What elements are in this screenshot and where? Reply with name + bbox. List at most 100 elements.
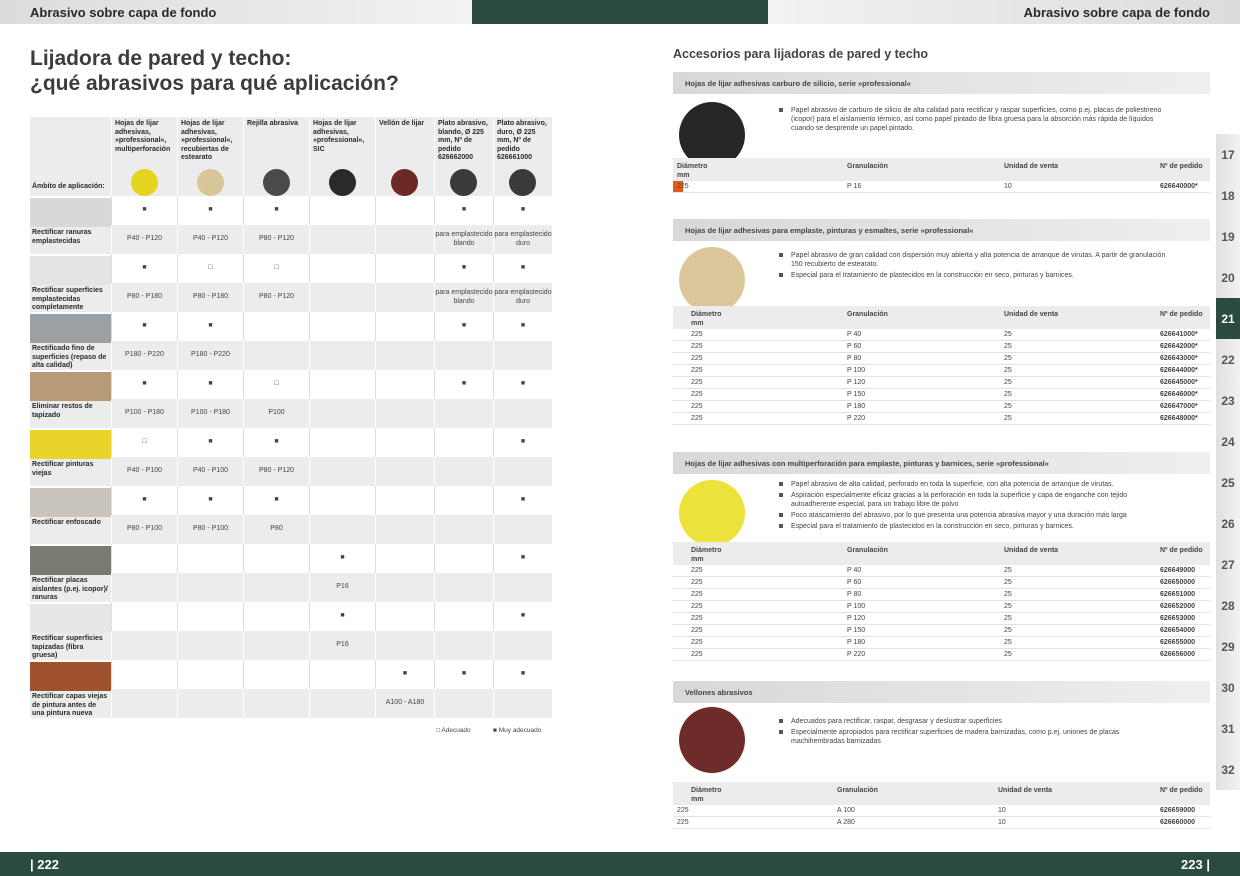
feature-bullet: Papel abrasivo de carburo de silicio de …: [779, 106, 1169, 133]
matrix-column-header: Plato abrasivo, blando, Ø 225 mm, Nº de …: [434, 117, 493, 196]
matrix-column-label: Vellón de lijar: [379, 120, 425, 127]
header-unit: Unidad de venta: [998, 787, 1053, 794]
suitability-mark: ■: [493, 370, 552, 399]
grit-range: [375, 341, 434, 370]
matrix-row: Rectificar superficies emplastecidas com…: [30, 254, 552, 312]
chapter-tab[interactable]: 21: [1216, 298, 1240, 339]
header-unit: Unidad de venta: [1004, 547, 1059, 554]
suitability-mark: [309, 370, 375, 399]
feature-bullet: Poco atascamiento del abrasivo, por lo q…: [779, 511, 1169, 520]
suitability-mark: ■: [177, 370, 243, 399]
grit-range: P80 - P120: [243, 225, 309, 254]
grit-range: P100 - P180: [177, 399, 243, 428]
grit-range: A100 - A180: [375, 689, 434, 718]
grit-range: P180 - P220: [177, 341, 243, 370]
table-cell: 225: [691, 379, 703, 386]
feature-bullet: Papel abrasivo de alta calidad, perforad…: [779, 480, 1169, 489]
table-header: Diámetro mm Granulación Unidad de venta Nº …: [673, 782, 1210, 805]
grit-range: [375, 225, 434, 254]
suitability-mark: ■: [434, 196, 493, 225]
table-cell: 225: [691, 591, 703, 598]
feature-list: Papel abrasivo de alta calidad, perforad…: [779, 480, 1169, 533]
chapter-tab[interactable]: 18: [1216, 175, 1240, 216]
grit-range: [243, 689, 309, 718]
table-cell: 225: [691, 415, 703, 422]
grit-range: [434, 457, 493, 486]
matrix-column-label: Hojas de lijar adhesivas, »professional«…: [181, 120, 233, 162]
header-gran: Granulación: [847, 311, 888, 318]
table-cell: P 16: [847, 183, 862, 190]
table-cell: 10: [1004, 183, 1012, 190]
application-photo: [30, 488, 111, 517]
suitability-mark: [177, 602, 243, 631]
product-section: Hojas de lijar adhesivas carburo de sili…: [673, 72, 1210, 193]
suitability-mark: ■: [177, 486, 243, 515]
matrix-column-header: Hojas de lijar adhesivas, »professional«…: [111, 117, 177, 196]
table-cell: 25: [1004, 355, 1012, 362]
table-row: 225 P 120 25 626645000*: [673, 377, 1210, 389]
matrix-row: Rectificar superficies tapizadas (fibra …: [30, 602, 552, 660]
table-cell: P 150: [847, 391, 866, 398]
grit-range: [375, 457, 434, 486]
table-cell: 626645000*: [1160, 379, 1198, 386]
row-label: Rectificar superficies emplastecidas com…: [32, 287, 103, 311]
chapter-tab[interactable]: 26: [1216, 503, 1240, 544]
table-cell: 626654000: [1160, 627, 1196, 634]
suitability-mark: [375, 196, 434, 225]
abrasive-disc-icon: [262, 169, 290, 196]
chapter-tab[interactable]: 27: [1216, 544, 1240, 585]
chapter-tab[interactable]: 23: [1216, 380, 1240, 421]
grit-range: [434, 689, 493, 718]
suitability-mark: [434, 486, 493, 515]
chapter-tab[interactable]: 24: [1216, 421, 1240, 462]
abrasive-disc-icon: [391, 169, 418, 196]
chapter-tab[interactable]: 31: [1216, 708, 1240, 749]
ambito-label: Ámbito de aplicación:: [32, 183, 105, 190]
product-table: Diámetro mm Granulación Unidad de venta Nº …: [673, 306, 1210, 425]
suitability-mark: ■: [493, 602, 552, 631]
grit-range: [309, 225, 375, 254]
suitability-mark: [375, 544, 434, 573]
chapter-tab[interactable]: 22: [1216, 339, 1240, 380]
chapter-tab[interactable]: 25: [1216, 462, 1240, 503]
matrix-column-header: Hojas de lijar adhesivas, »professional«…: [177, 117, 243, 196]
header-center-band: [472, 0, 768, 24]
grit-range: [434, 399, 493, 428]
grit-range: [493, 631, 552, 660]
chapter-tab[interactable]: 30: [1216, 667, 1240, 708]
suitability-mark: ■: [309, 602, 375, 631]
product-section: Vellones abrasivos Adecuados para rectifi…: [673, 681, 1210, 829]
table-cell: 25: [1004, 603, 1012, 610]
grit-range: [309, 457, 375, 486]
table-row: 225 P 150 25 626654000: [673, 625, 1210, 637]
matrix-column-label: Plato abrasivo, duro, Ø 225 mm, Nº de pe…: [497, 120, 547, 162]
suitability-mark: ■: [177, 312, 243, 341]
matrix-column-label: Plato abrasivo, blando, Ø 225 mm, Nº de …: [438, 120, 488, 162]
suitability-mark: ■: [434, 254, 493, 283]
table-cell: 225: [677, 819, 689, 826]
footer-page-left: | 222: [30, 857, 59, 872]
table-row: 225 P 80 25 626651000: [673, 589, 1210, 601]
chapter-tab[interactable]: 28: [1216, 585, 1240, 626]
suitability-mark: ■: [493, 312, 552, 341]
chapter-tab[interactable]: 17: [1216, 134, 1240, 175]
row-label: Rectificar placas aislantes (p.ej. icopo…: [32, 577, 108, 601]
table-cell: 626653000: [1160, 615, 1196, 622]
chapter-tab[interactable]: 32: [1216, 749, 1240, 790]
grit-range: P100: [243, 399, 309, 428]
chapter-tab[interactable]: 20: [1216, 257, 1240, 298]
chapter-tab[interactable]: 19: [1216, 216, 1240, 257]
grit-range: P80 - P180: [177, 283, 243, 312]
row-label: Eliminar restos de tapizado: [32, 403, 93, 419]
grit-range: [111, 689, 177, 718]
table-cell: 225: [691, 403, 703, 410]
table-cell: 225: [691, 367, 703, 374]
table-cell: 25: [1004, 403, 1012, 410]
chapter-tab[interactable]: 29: [1216, 626, 1240, 667]
matrix-row: Rectificar ranuras emplastecidas ■ P40 - P…: [30, 196, 552, 254]
product-disc-icon: [679, 247, 745, 313]
table-cell: 626641000*: [1160, 331, 1198, 338]
table-cell: A 280: [837, 819, 855, 826]
header-right: Abrasivo sobre capa de fondo: [768, 0, 1240, 24]
grit-range: [434, 515, 493, 544]
